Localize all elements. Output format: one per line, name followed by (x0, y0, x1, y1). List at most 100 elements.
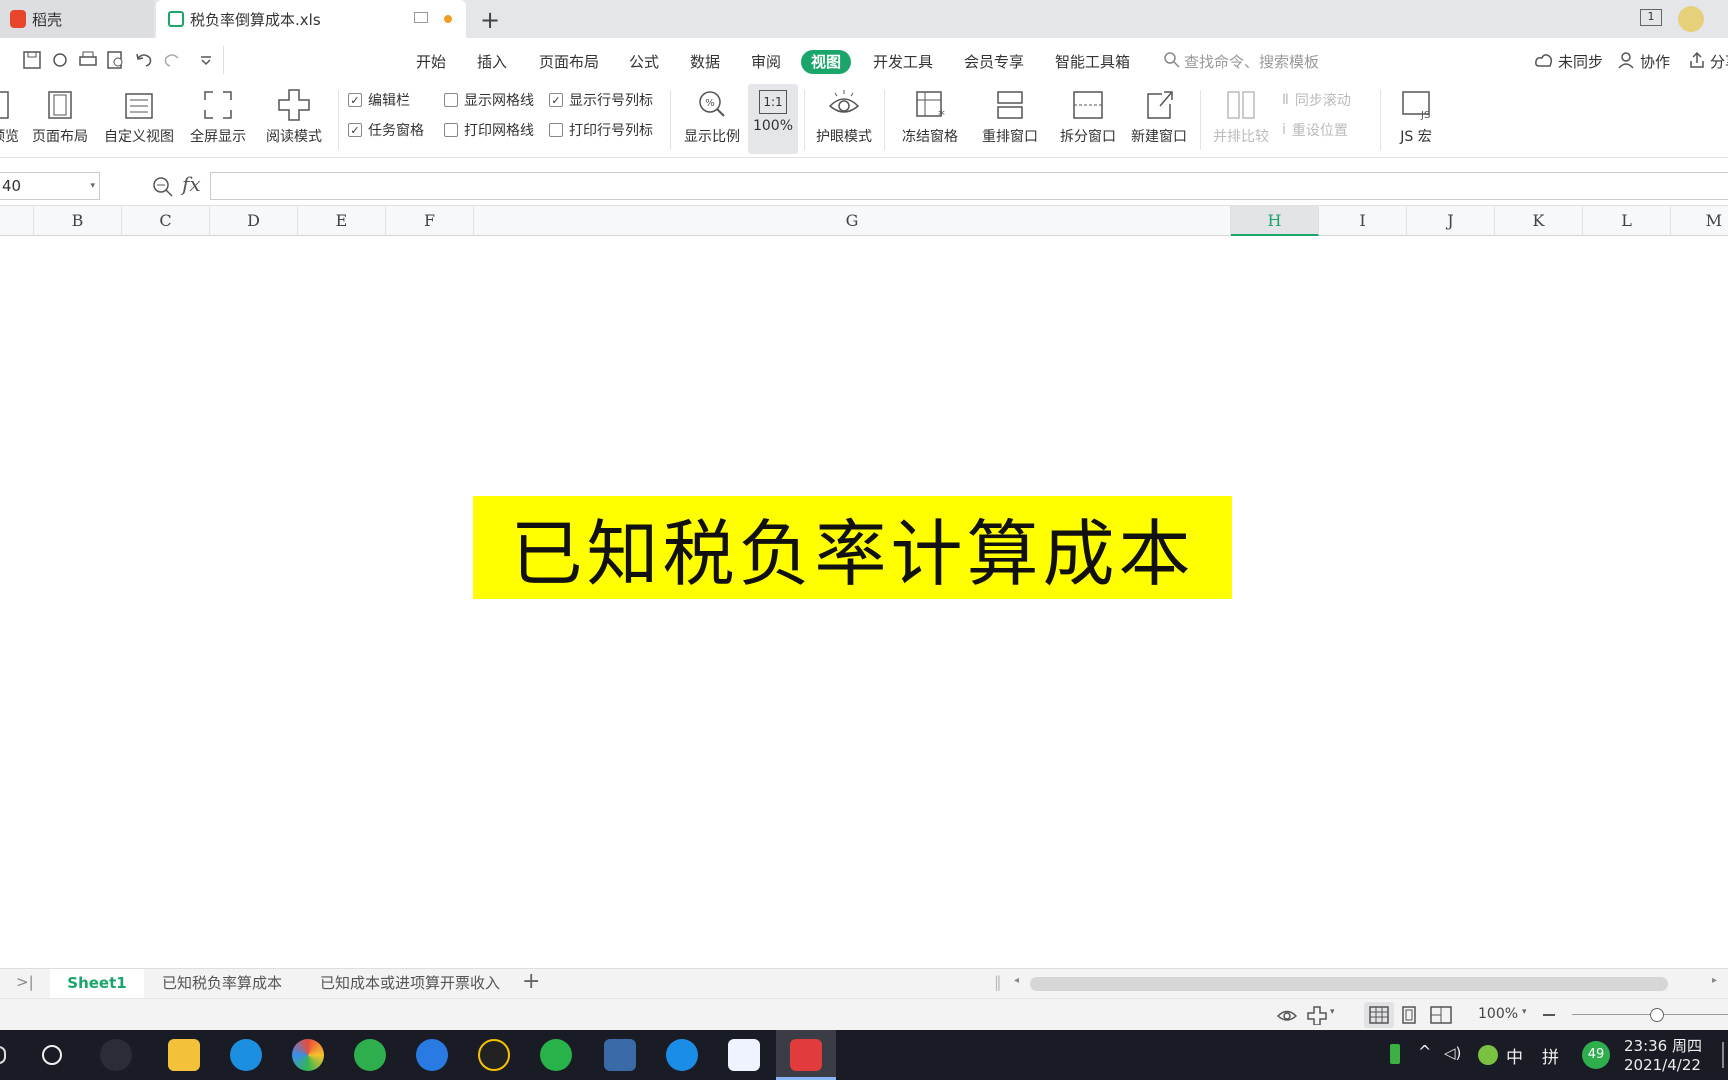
column-header-e[interactable]: E (298, 206, 386, 236)
zoom-formula-icon[interactable] (152, 176, 174, 198)
edit-bar-checkbox[interactable]: ✓ 编辑栏 (348, 90, 410, 110)
chevron-down-icon[interactable]: ▾ (90, 173, 95, 199)
js-macro-button[interactable]: JS JS 宏 (1388, 82, 1444, 158)
add-sheet-plus-icon[interactable]: + (522, 969, 540, 994)
column-header-j[interactable]: J (1407, 206, 1495, 236)
monitor-icon[interactable] (414, 12, 428, 23)
save-icon[interactable] (22, 50, 42, 70)
sync-scroll-button[interactable]: Ⅱ 同步滚动 (1282, 90, 1351, 110)
sheet-tab-sheet1[interactable]: Sheet1 (50, 969, 144, 998)
menu-formula[interactable]: 公式 (619, 50, 669, 74)
window-app-icon[interactable] (604, 1039, 636, 1071)
wechat-icon[interactable] (540, 1039, 572, 1071)
column-header-d[interactable]: D (210, 206, 298, 236)
eye-protect-icon[interactable] (1276, 1005, 1298, 1025)
print-headers-checkbox[interactable]: 打印行号列标 (549, 120, 653, 140)
menu-smart-tools[interactable]: 智能工具箱 (1045, 50, 1140, 74)
search-input[interactable]: 查找命令、搜索模板 (1184, 50, 1319, 74)
battery-icon[interactable] (1390, 1044, 1400, 1064)
scroll-left-icon[interactable]: ◂ (1014, 975, 1019, 986)
tab-file[interactable]: 税负率倒算成本.xls (156, 0, 466, 38)
menu-view[interactable]: 视图 (801, 50, 852, 74)
menu-member[interactable]: 会员专享 (954, 50, 1034, 74)
zoom-level[interactable]: 100% (1478, 1006, 1518, 1022)
clock-date[interactable]: 2021/4/22 (1624, 1056, 1701, 1074)
redo-icon[interactable] (162, 50, 182, 70)
print-grid-checkbox[interactable]: 打印网格线 (444, 120, 534, 140)
eye-mode-button[interactable]: 护眼模式 (812, 82, 876, 158)
reset-position-button[interactable]: ⅰ 重设位置 (1282, 120, 1348, 140)
column-header-a[interactable] (0, 206, 34, 236)
undo-icon[interactable] (134, 50, 154, 70)
splitter-handle[interactable]: ‖ (994, 973, 1002, 991)
split-window-button[interactable]: 拆分窗口 (1056, 82, 1120, 158)
read-mode-status-icon[interactable] (1306, 1005, 1328, 1025)
ime-mode[interactable]: 中 (1506, 1043, 1523, 1068)
column-header-f[interactable]: F (386, 206, 474, 236)
collab-button[interactable]: 协作 (1640, 50, 1670, 74)
menu-insert[interactable]: 插入 (467, 50, 517, 74)
column-header-m[interactable]: M (1671, 206, 1728, 236)
tab-docer[interactable]: 稻壳 (0, 0, 154, 38)
tray-app-icon[interactable] (1478, 1045, 1498, 1065)
export-icon[interactable] (50, 50, 70, 70)
fx-icon[interactable]: fx (182, 172, 201, 196)
sync-status-button[interactable]: 未同步 (1558, 50, 1603, 74)
menu-start[interactable]: 开始 (406, 50, 456, 74)
clock-time[interactable]: 23:36 周四 (1624, 1035, 1702, 1056)
zoom-button[interactable]: % 显示比例 (678, 82, 746, 158)
menu-developer[interactable]: 开发工具 (863, 50, 943, 74)
custom-view-button[interactable]: 自定义视图 (100, 82, 178, 158)
fullscreen-button[interactable]: 全屏显示 (186, 82, 250, 158)
chrome-icon[interactable] (292, 1039, 324, 1071)
green-browser-icon[interactable] (354, 1039, 386, 1071)
show-desktop-button[interactable] (1722, 1042, 1724, 1068)
ime-pinyin[interactable]: 拼 (1542, 1043, 1559, 1068)
read-mode-button[interactable]: 阅读模式 (258, 82, 330, 158)
sheet-tab-cost-invoice[interactable]: 已知成本或进项算开票收入 (306, 969, 514, 998)
ie-browser-icon[interactable] (230, 1039, 262, 1071)
column-header-i[interactable]: I (1319, 206, 1407, 236)
column-header-b[interactable]: B (34, 206, 122, 236)
menu-review[interactable]: 审阅 (741, 50, 791, 74)
formula-input[interactable] (210, 172, 1728, 200)
column-header-l[interactable]: L (1583, 206, 1671, 236)
quick-access-dropdown-icon[interactable] (198, 52, 214, 68)
page-break-view-icon[interactable] (1430, 1006, 1452, 1024)
normal-view-button[interactable] (1364, 1002, 1394, 1028)
column-header-h[interactable]: H (1231, 206, 1319, 236)
page-layout-view-icon[interactable] (1400, 1006, 1418, 1024)
zoom-slider-thumb[interactable] (1650, 1008, 1664, 1022)
sheet-tab-tax-rate-cost[interactable]: 已知税负率算成本 (148, 969, 296, 998)
dingtalk-icon[interactable] (728, 1039, 760, 1071)
print-icon[interactable] (78, 50, 98, 70)
title-cell[interactable]: 已知税负率计算成本 (473, 496, 1232, 599)
window-count-icon[interactable]: 1 (1640, 9, 1662, 26)
menu-data[interactable]: 数据 (680, 50, 730, 74)
chevron-down-icon[interactable]: ▾ (1330, 1007, 1335, 1017)
horizontal-scrollbar[interactable] (1030, 977, 1668, 991)
sheet-grid[interactable] (0, 236, 1728, 968)
wps-taskbar-button[interactable] (776, 1030, 836, 1080)
avatar[interactable] (1678, 6, 1704, 32)
show-grid-checkbox[interactable]: 显示网格线 (444, 90, 534, 110)
security-badge[interactable]: 49 (1582, 1041, 1610, 1069)
task-pane-checkbox[interactable]: ✓ 任务窗格 (348, 120, 424, 140)
name-box[interactable]: 40 ▾ (0, 172, 100, 200)
freeze-panes-button[interactable]: * 冻结窗格 (894, 82, 966, 158)
cortana-icon[interactable] (42, 1045, 62, 1065)
file-explorer-icon[interactable] (168, 1039, 200, 1071)
sogou-icon[interactable] (416, 1039, 448, 1071)
new-tab-plus-icon[interactable]: + (480, 6, 500, 34)
share-button[interactable]: 分享 (1710, 50, 1728, 74)
qq-icon[interactable] (478, 1039, 510, 1071)
page-layout-button[interactable]: 页面布局 (28, 82, 92, 158)
volume-icon[interactable]: ◁) (1444, 1044, 1461, 1062)
new-window-button[interactable]: 新建窗口 (1126, 82, 1192, 158)
column-header-c[interactable]: C (122, 206, 210, 236)
print-preview-icon[interactable] (106, 50, 126, 70)
compare-side-button[interactable]: 并排比较 (1208, 82, 1274, 158)
column-header-g[interactable]: G (474, 206, 1231, 236)
pinwheel-app-icon[interactable] (100, 1039, 132, 1071)
chevron-up-icon[interactable]: ^ (1418, 1042, 1431, 1061)
